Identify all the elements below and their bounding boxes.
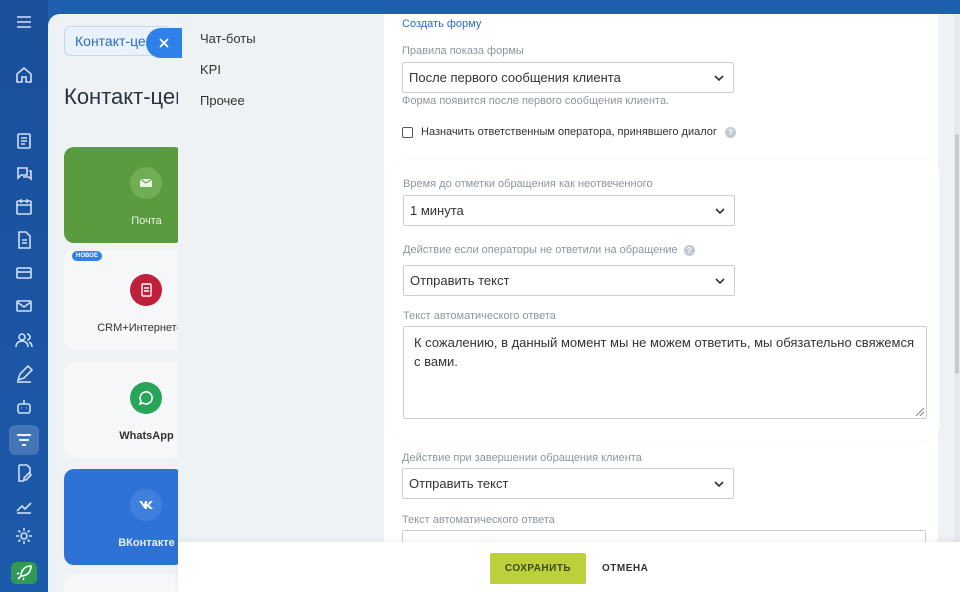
app-sidebar xyxy=(0,0,48,592)
menu-icon[interactable] xyxy=(13,11,35,33)
auto-reply-label: Текст автоматического ответа xyxy=(403,310,556,322)
chevron-down-icon xyxy=(715,278,725,285)
filter-icon[interactable] xyxy=(9,425,39,455)
tile-mail[interactable]: Почта xyxy=(64,147,184,243)
unanswered-time-label: Время до отметки обращения как неотвечен… xyxy=(403,178,653,190)
tile-label: Почта xyxy=(131,215,162,227)
finish-action-label: Действие при завершении обращения клиент… xyxy=(402,452,642,464)
tile-label: WhatsApp xyxy=(119,430,174,442)
assign-operator-label: Назначить ответственным оператора, приня… xyxy=(421,126,717,138)
tile-label: ВКонтакте xyxy=(118,537,175,549)
assign-operator-checkbox-row[interactable]: Назначить ответственным оператора, приня… xyxy=(402,126,736,138)
vk-icon xyxy=(130,489,162,521)
calendar-icon[interactable] xyxy=(13,196,35,218)
form-footer: СОХРАНИТЬ ОТМЕНА xyxy=(178,542,960,592)
new-badge: НОВОЕ xyxy=(72,251,102,261)
gear-icon[interactable] xyxy=(13,525,35,547)
chevron-down-icon xyxy=(715,208,725,215)
chevron-down-icon xyxy=(714,481,724,488)
page-title: Контакт-цен xyxy=(64,84,188,109)
chart-icon[interactable] xyxy=(13,495,35,517)
tile-vkontakte[interactable]: ВКонтакте xyxy=(64,469,184,565)
envelope-icon xyxy=(130,167,162,199)
mail-icon[interactable] xyxy=(13,295,35,317)
cancel-button[interactable]: ОТМЕНА xyxy=(598,553,652,584)
form-rules-select[interactable]: После первого сообщения клиента xyxy=(402,62,734,93)
no-answer-action-label: Действие если операторы не ответили на о… xyxy=(403,244,695,256)
whatsapp-icon xyxy=(130,382,162,414)
nav-item-kpi[interactable]: KPI xyxy=(200,62,221,77)
close-icon xyxy=(159,38,169,48)
tile-label: CRM+Интернет-Ма xyxy=(97,322,184,334)
auto-reply-textarea[interactable]: К сожалению, в данный момент мы не можем… xyxy=(403,326,927,419)
users-icon[interactable] xyxy=(13,329,35,351)
assign-operator-checkbox[interactable] xyxy=(402,126,413,138)
save-button[interactable]: СОХРАНИТЬ xyxy=(490,553,586,584)
auto-reply-text: К сожалению, в данный момент мы не можем… xyxy=(414,335,915,369)
cart-icon xyxy=(130,274,162,306)
card-icon[interactable] xyxy=(13,262,35,284)
highlighted-settings-card: Время до отметки обращения как неотвечен… xyxy=(390,160,940,441)
document-icon[interactable] xyxy=(13,229,35,251)
nav-item-chatbots[interactable]: Чат-боты xyxy=(200,31,256,46)
tile-whatsapp[interactable]: WhatsApp xyxy=(64,362,184,458)
nav-item-other[interactable]: Прочее xyxy=(200,93,245,108)
rocket-icon[interactable] xyxy=(11,562,37,584)
close-slider-button[interactable] xyxy=(146,28,182,58)
settings-nav: Чат-боты KPI Прочее xyxy=(178,14,384,592)
help-icon[interactable]: ? xyxy=(683,244,695,256)
robot-icon[interactable] xyxy=(13,396,35,418)
create-form-link[interactable]: Создать форму xyxy=(402,18,481,30)
tasks-icon[interactable] xyxy=(13,130,35,152)
scrollbar-thumb[interactable] xyxy=(955,134,959,374)
edit-doc-icon[interactable] xyxy=(13,462,35,484)
help-icon[interactable]: ? xyxy=(724,126,736,138)
form-rules-label: Правила показа формы xyxy=(402,45,524,57)
form-rules-hint: Форма появится после первого сообщения к… xyxy=(402,95,670,107)
chat-icon[interactable] xyxy=(13,163,35,185)
home-icon[interactable] xyxy=(13,64,35,86)
pen-icon[interactable] xyxy=(13,363,35,385)
resize-handle[interactable] xyxy=(916,408,924,416)
tile-crm-store[interactable]: CRM+Интернет-Ма xyxy=(64,250,184,350)
no-answer-action-select[interactable]: Отправить текст xyxy=(403,265,735,296)
chevron-down-icon xyxy=(714,75,724,82)
unanswered-time-select[interactable]: 1 минута xyxy=(403,195,735,226)
auto-reply-label-2: Текст автоматического ответа xyxy=(402,514,555,526)
tile-more[interactable] xyxy=(64,574,184,592)
finish-action-select[interactable]: Отправить текст xyxy=(402,468,734,499)
